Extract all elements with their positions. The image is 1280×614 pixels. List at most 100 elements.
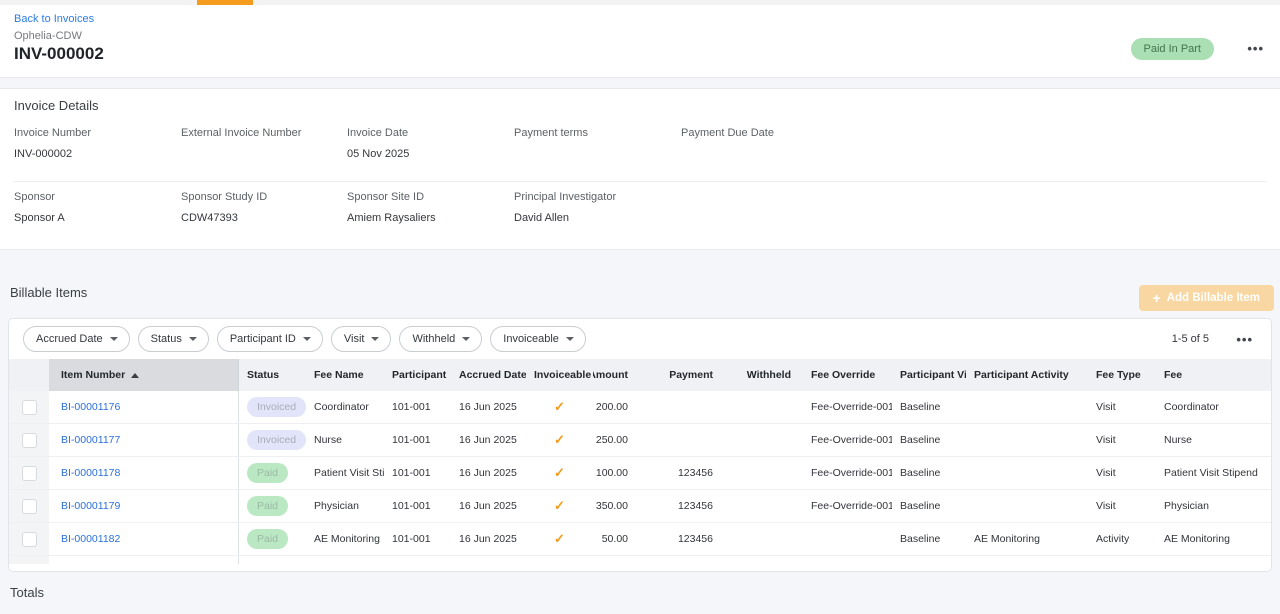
row-checkbox[interactable] <box>22 400 37 415</box>
fee-type-cell: Activity <box>1084 523 1154 555</box>
status-badge: Invoiced <box>247 430 306 450</box>
filter-withheld[interactable]: Withheld <box>399 326 482 352</box>
participant-cell: 101-001 <box>384 490 451 522</box>
participant-activity-cell: AE Monitoring <box>966 523 1084 555</box>
column-header-fee[interactable]: Fee <box>1154 359 1271 391</box>
filter-label: Accrued Date <box>36 333 103 345</box>
page-title: INV-000002 <box>14 44 104 64</box>
field-label: Invoice Number <box>14 127 181 139</box>
row-checkbox[interactable] <box>22 433 37 448</box>
field-invoice-number: Invoice Number INV-000002 <box>14 127 181 161</box>
participant-cell: 101-001 <box>384 391 451 423</box>
item-number-link[interactable]: BI-00001176 <box>61 401 120 413</box>
invoice-details-row-2: Sponsor Sponsor A Sponsor Study ID CDW47… <box>14 191 1266 225</box>
field-principal-investigator: Principal Investigator David Allen <box>514 191 681 225</box>
field-payment-terms: Payment terms <box>514 127 681 161</box>
column-header-withheld[interactable]: Withheld <box>721 359 799 391</box>
invoice-details-title: Invoice Details <box>14 98 99 113</box>
invoice-details-section: Invoice Details Invoice Number INV-00000… <box>0 88 1280 250</box>
invoiceable-check-icon: ✓ <box>554 399 565 415</box>
invoiceable-check-icon: ✓ <box>554 531 565 547</box>
invoice-detail-page: Back to Invoices Ophelia-CDW INV-000002 … <box>0 0 1280 614</box>
column-header-accrued-date[interactable]: Accrued Date <box>451 359 526 391</box>
payment-cell <box>636 424 721 456</box>
amount-cell: 200.00 <box>593 391 636 423</box>
billable-items-title: Billable Items <box>10 285 87 300</box>
row-checkbox[interactable] <box>22 499 37 514</box>
field-label: Invoice Date <box>347 127 514 139</box>
more-menu-icon[interactable]: ••• <box>1247 41 1264 56</box>
pagination-range: 1-5 of 5 <box>1172 319 1209 359</box>
participant-activity-cell <box>966 424 1084 456</box>
field-value <box>514 148 681 161</box>
accrued-date-cell: 16 Jun 2025 <box>451 490 526 522</box>
item-number-link[interactable]: BI-00001177 <box>61 434 120 446</box>
withheld-cell <box>721 490 799 522</box>
column-header-status[interactable]: Status <box>239 359 306 391</box>
page-header: Back to Invoices Ophelia-CDW INV-000002 … <box>0 5 1280 78</box>
field-label: Principal Investigator <box>514 191 681 203</box>
participant-cell: 101-001 <box>384 457 451 489</box>
withheld-cell <box>721 523 799 555</box>
column-header-fee-type[interactable]: Fee Type <box>1084 359 1154 391</box>
amount-cell: 350.00 <box>593 490 636 522</box>
column-header-participant-visit[interactable]: Participant Visit <box>892 359 966 391</box>
column-header-amount[interactable]: Amount <box>593 359 636 391</box>
payment-cell: 123456 <box>636 523 721 555</box>
filter-accrued-date[interactable]: Accrued Date <box>23 326 130 352</box>
field-sponsor-site-id: Sponsor Site ID Amiem Raysaliers <box>347 191 514 225</box>
filter-visit[interactable]: Visit <box>331 326 392 352</box>
fee-cell: Physician <box>1154 490 1271 522</box>
field-value: Sponsor A <box>14 212 181 225</box>
row-checkbox[interactable] <box>22 532 37 547</box>
chevron-down-icon <box>189 337 197 341</box>
field-value: INV-000002 <box>14 148 181 161</box>
filter-participant-id[interactable]: Participant ID <box>217 326 323 352</box>
item-number-link[interactable]: BI-00001179 <box>61 500 120 512</box>
fee-name-cell: Patient Visit Stipend <box>306 457 384 489</box>
header-select-all <box>9 359 49 391</box>
status-badge: Paid <box>247 529 288 549</box>
filter-label: Invoiceable <box>503 333 559 345</box>
column-header-participant-activity[interactable]: Participant Activity <box>966 359 1084 391</box>
field-payment-due-date: Payment Due Date <box>681 127 848 161</box>
field-label: External Invoice Number <box>181 127 347 139</box>
column-header-item-number[interactable]: Item Number <box>49 359 239 391</box>
item-number-link[interactable]: BI-00001182 <box>61 533 120 545</box>
table-more-menu-icon[interactable]: ••• <box>1236 332 1253 347</box>
table-footer <box>9 556 1271 572</box>
filter-status[interactable]: Status <box>138 326 209 352</box>
table-row: BI-00001182 Paid AE Monitoring 101-001 1… <box>9 523 1271 556</box>
column-header-fee-name[interactable]: Fee Name <box>306 359 384 391</box>
item-number-link[interactable]: BI-00001178 <box>61 467 120 479</box>
column-header-payment[interactable]: Payment <box>636 359 721 391</box>
field-label: Payment terms <box>514 127 681 139</box>
row-checkbox[interactable] <box>22 466 37 481</box>
filter-label: Status <box>151 333 182 345</box>
field-value <box>681 148 848 161</box>
column-header-participant[interactable]: Participant <box>384 359 451 391</box>
invoiceable-check-icon: ✓ <box>554 432 565 448</box>
plus-icon: + <box>1153 291 1161 305</box>
status-badge: Paid <box>247 496 288 516</box>
participant-visit-cell: Baseline <box>892 490 966 522</box>
amount-cell: 250.00 <box>593 424 636 456</box>
fee-override-cell: Fee-Override-00116 <box>799 490 892 522</box>
payment-cell: 123456 <box>636 457 721 489</box>
field-value: 05 Nov 2025 <box>347 148 514 161</box>
fee-type-cell: Visit <box>1084 424 1154 456</box>
column-header-fee-override[interactable]: Fee Override <box>799 359 892 391</box>
filter-invoiceable[interactable]: Invoiceable <box>490 326 586 352</box>
table-row: BI-00001176 Invoiced Coordinator 101-001… <box>9 391 1271 424</box>
section-divider <box>14 181 1266 182</box>
accrued-date-cell: 16 Jun 2025 <box>451 523 526 555</box>
column-header-invoiceable[interactable]: Invoiceable <box>526 359 593 391</box>
back-to-invoices-link[interactable]: Back to Invoices <box>14 13 94 25</box>
fee-cell: Coordinator <box>1154 391 1271 423</box>
payment-cell <box>636 391 721 423</box>
add-billable-item-button[interactable]: + Add Billable Item <box>1139 285 1274 311</box>
amount-cell: 50.00 <box>593 523 636 555</box>
chevron-down-icon <box>566 337 574 341</box>
table-header-row: Item Number Status Fee Name Participant … <box>9 359 1271 391</box>
accrued-date-cell: 16 Jun 2025 <box>451 424 526 456</box>
